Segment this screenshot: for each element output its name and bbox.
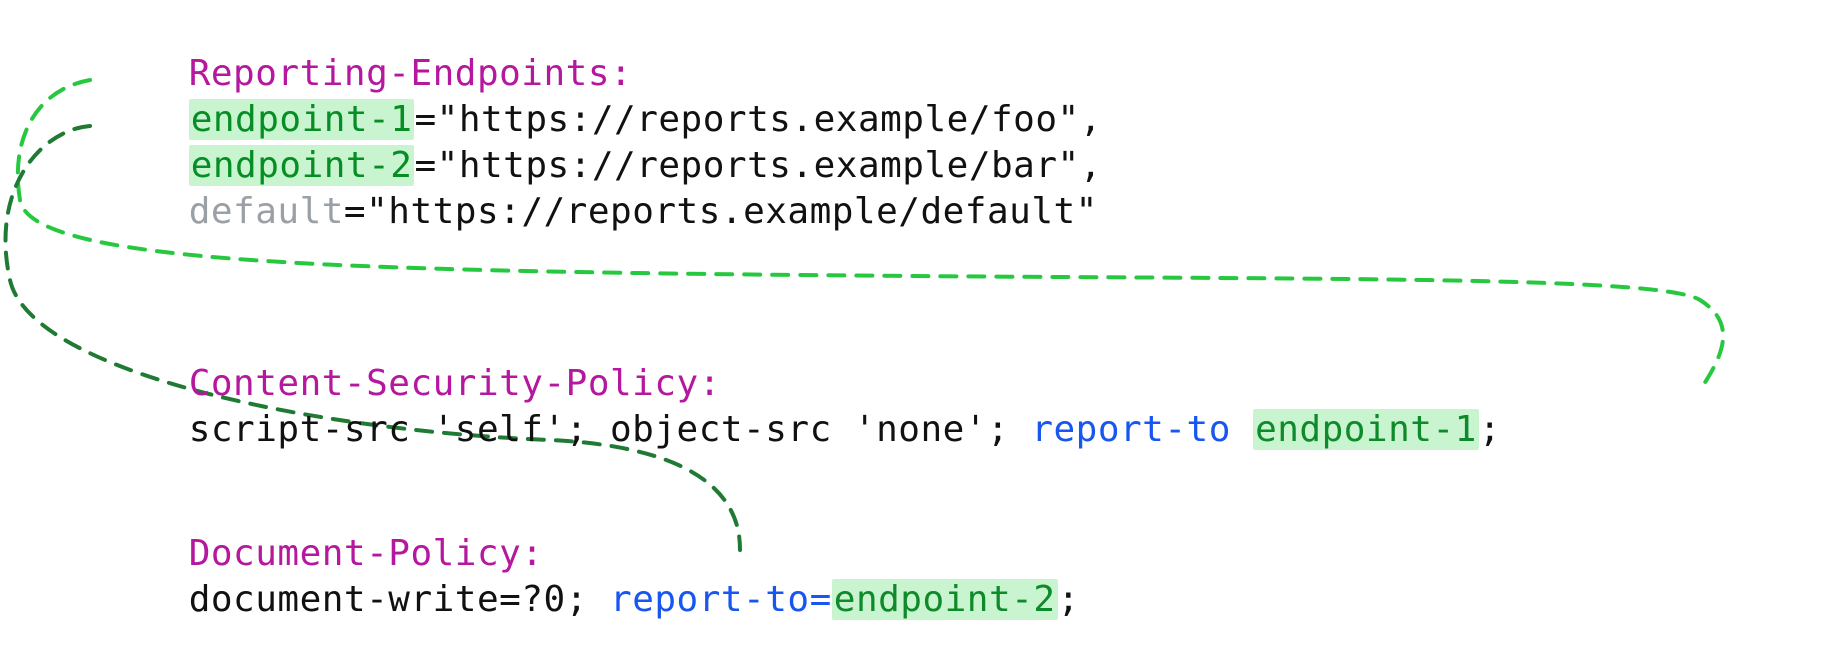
endpoint-url-3: "https://reports.example/default" [366, 191, 1098, 232]
csp-body-line: script-src 'self'; object-src 'none'; re… [100, 376, 1501, 484]
endpoint-key-default: default [189, 191, 344, 232]
entry-eq-3: = [344, 191, 366, 232]
csp-report-to-label: report-to [1031, 409, 1253, 450]
reporting-endpoints-entry-3: default="https://reports.example/default… [100, 158, 1098, 266]
diagram-root: Reporting-Endpoints: endpoint-1="https:/… [0, 0, 1844, 624]
csp-report-to-target: endpoint-1 [1253, 409, 1479, 450]
csp-body-suffix: ; [1479, 409, 1501, 450]
doc-policy-body-line: document-write=?0; report-to=endpoint-2; [100, 546, 1080, 654]
doc-policy-report-to-label: report-to= [610, 579, 832, 620]
csp-body-prefix: script-src 'self'; object-src 'none'; [189, 409, 1032, 450]
doc-policy-report-to-target: endpoint-2 [832, 579, 1058, 620]
doc-policy-body-suffix: ; [1058, 579, 1080, 620]
doc-policy-body-prefix: document-write=?0; [189, 579, 610, 620]
